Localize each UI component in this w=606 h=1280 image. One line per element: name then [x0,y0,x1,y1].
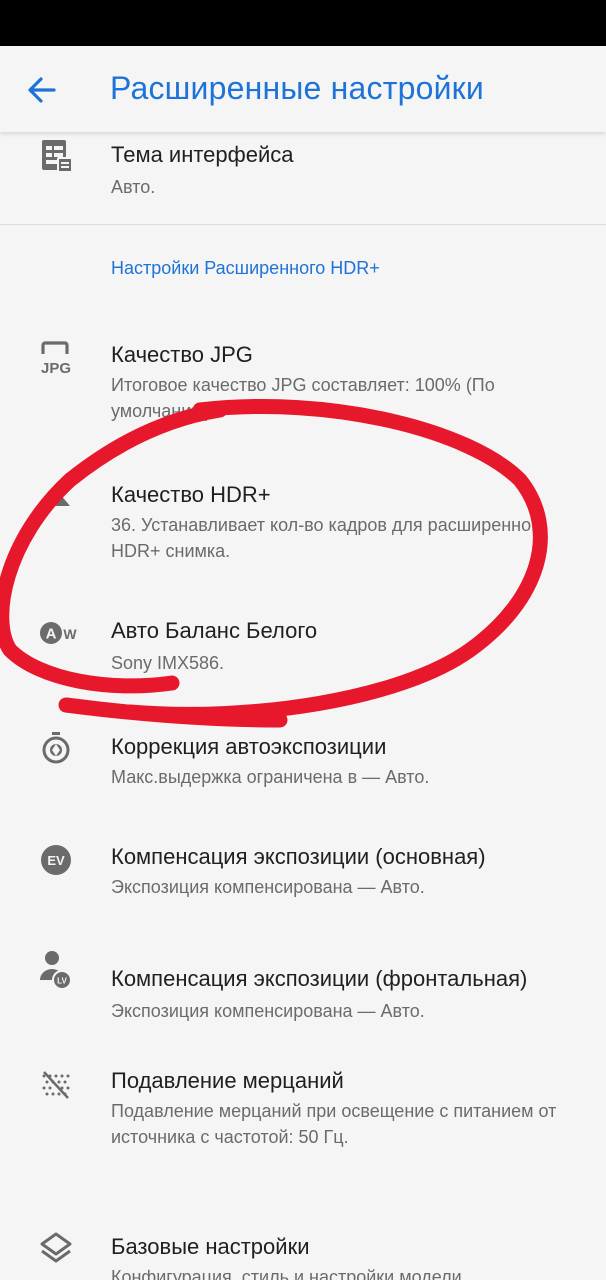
pref-title: Компенсация экспозиции (основная) [111,844,486,869]
front-camera-ev-icon: LV [38,950,74,990]
arrow-back-icon [28,77,56,103]
hdr-quality-icon [42,494,70,506]
pref-title: Подавление мерцаний [111,1068,344,1093]
pref-title: Базовые настройки [111,1234,310,1259]
theme-icon [42,140,73,173]
pref-hdr-quality[interactable]: Качество HDR+ 36. Устанавливает кол-во к… [0,466,606,576]
jpg-icon-label: JPG [41,360,71,376]
ev-icon: EV [38,842,74,878]
pref-summary: Авто. [111,177,156,197]
pref-ev-main[interactable]: EV Компенсация экспозиции (основная) Экс… [0,832,606,918]
awb-icon: A W [38,618,78,654]
pref-summary: Экспозиция компенсирована — Авто. [111,877,425,897]
pref-base-settings[interactable]: Базовые настройки Конфигурация, стиль и … [0,1224,606,1280]
ev-icon-label: EV [47,853,65,868]
pref-summary: Макс.выдержка ограничена в — Авто. [111,767,430,787]
pref-theme[interactable]: Тема интерфейса Авто. [0,132,606,224]
pref-summary: 36. Устанавливает кол-во кадров для расш… [111,515,548,561]
stopwatch-icon [42,732,70,764]
pref-awb[interactable]: A W Авто Баланс Белого Sony IMX586. [0,602,606,688]
pref-antiflicker[interactable]: Подавление мерцаний Подавление мерцаний … [0,1064,606,1184]
status-bar [0,0,606,46]
pref-summary: Конфигурация, стиль и настройки модели [111,1267,462,1280]
awb-icon-letter: A [46,626,57,643]
pref-ev-front[interactable]: LV Компенсация экспозиции (фронтальная) … [0,944,606,1030]
pref-jpg-quality[interactable]: JPG Качество JPG Итоговое качество JPG с… [0,328,606,438]
jpg-icon: JPG [38,340,74,377]
divider [0,224,606,225]
category-header: Настройки Расширенного HDR+ [111,258,380,278]
screen: Расширенные настройки Тема интерфейса Ав… [0,0,606,1280]
flicker-icon [42,1071,70,1099]
pref-summary: Подавление мерцаний при освещение с пита… [111,1101,557,1147]
pref-summary: Экспозиция компенсирована — Авто. [111,1001,425,1021]
pref-title: Качество JPG [111,342,253,367]
back-button[interactable] [20,68,64,112]
app-bar: Расширенные настройки [0,46,606,132]
settings-list: Тема интерфейса Авто. Настройки Расширен… [0,132,606,1280]
pref-title: Коррекция автоэкспозиции [111,734,387,759]
pref-ae-correction[interactable]: Коррекция автоэкспозиции Макс.выдержка о… [0,720,606,806]
pref-title: Авто Баланс Белого [111,618,318,643]
pref-title: Тема интерфейса [111,142,294,167]
layers-icon [40,1232,72,1263]
pref-summary: Sony IMX586. [111,653,225,673]
pref-title: Качество HDR+ [111,482,271,507]
pref-title: Компенсация экспозиции (фронтальная) [111,966,528,991]
page-title: Расширенные настройки [110,70,484,106]
awb-icon-sub: W [63,626,77,642]
lv-icon-label: LV [57,977,67,986]
pref-summary: Итоговое качество JPG составляет: 100% (… [111,375,495,421]
